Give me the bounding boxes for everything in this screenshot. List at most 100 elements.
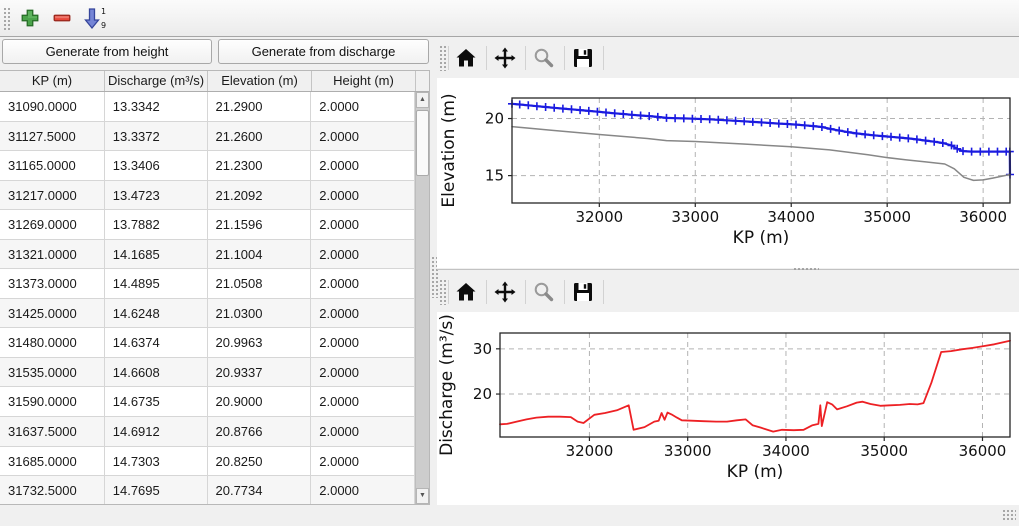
main-toolbar: 1 9 [0, 0, 1019, 37]
table-cell[interactable]: 21.1596 [208, 210, 312, 240]
table-cell[interactable]: 21.2600 [208, 122, 312, 152]
table-cell[interactable]: 13.3406 [105, 151, 208, 181]
table-cell[interactable]: 31480.0000 [0, 328, 105, 358]
table-cell[interactable]: 13.3372 [105, 122, 208, 152]
table-row: 31535.000014.660820.93372.0000 [0, 358, 415, 388]
table-row: 31637.500014.691220.87662.0000 [0, 417, 415, 447]
table-cell[interactable]: 21.0300 [208, 299, 312, 329]
table-cell[interactable]: 31685.0000 [0, 447, 105, 477]
table-cell[interactable]: 31373.0000 [0, 269, 105, 299]
table-cell[interactable]: 14.7303 [105, 447, 208, 477]
table-cell[interactable]: 21.2092 [208, 181, 312, 211]
table-cell[interactable]: 14.1685 [105, 240, 208, 270]
sort-rows-button[interactable]: 1 9 [80, 4, 108, 32]
table-cell[interactable]: 2.0000 [311, 122, 415, 152]
table-cell[interactable]: 31732.5000 [0, 476, 105, 504]
save-button[interactable] [568, 277, 598, 307]
table-cell[interactable]: 2.0000 [311, 210, 415, 240]
table-cell[interactable]: 2.0000 [311, 299, 415, 329]
table-cell[interactable]: 14.4895 [105, 269, 208, 299]
table-cell[interactable]: 20.9963 [208, 328, 312, 358]
table-cell[interactable]: 2.0000 [311, 240, 415, 270]
table-cell[interactable]: 13.4723 [105, 181, 208, 211]
home-button[interactable] [451, 277, 481, 307]
table-cell[interactable]: 2.0000 [311, 269, 415, 299]
toolbar-drag-handle[interactable] [439, 279, 446, 305]
table-cell[interactable]: 13.3342 [105, 92, 208, 122]
table-cell[interactable]: 20.8250 [208, 447, 312, 477]
table-cell[interactable]: 14.6248 [105, 299, 208, 329]
table-cell[interactable]: 2.0000 [311, 328, 415, 358]
svg-text:30: 30 [473, 340, 492, 358]
table-cell[interactable]: 2.0000 [311, 358, 415, 388]
table-scrollbar[interactable]: ▲ ▼ [415, 92, 429, 504]
table-cell[interactable]: 14.6374 [105, 328, 208, 358]
table-row: 31732.500014.769520.77342.0000 [0, 476, 415, 504]
table-cell[interactable]: 31637.5000 [0, 417, 105, 447]
remove-icon [51, 7, 73, 29]
table-cell[interactable]: 31165.0000 [0, 151, 105, 181]
table-cell[interactable]: 2.0000 [311, 181, 415, 211]
home-button[interactable] [451, 43, 481, 73]
table-cell[interactable]: 20.9337 [208, 358, 312, 388]
scroll-up-button[interactable]: ▲ [416, 92, 429, 108]
svg-text:15: 15 [485, 167, 504, 185]
table-cell[interactable]: 2.0000 [311, 417, 415, 447]
table-cell[interactable]: 20.8766 [208, 417, 312, 447]
table-row: 31127.500013.337221.26002.0000 [0, 122, 415, 152]
table-cell[interactable]: 14.6608 [105, 358, 208, 388]
pan-icon [493, 280, 517, 304]
table-cell[interactable]: 21.2300 [208, 151, 312, 181]
window-resize-grip[interactable] [1002, 509, 1016, 521]
table-row: 31590.000014.673520.90002.0000 [0, 387, 415, 417]
table-cell[interactable]: 20.7734 [208, 476, 312, 504]
generate-from-height-button[interactable]: Generate from height [2, 39, 212, 64]
zoom-button[interactable] [529, 277, 559, 307]
chart-splitter-handle[interactable] [793, 267, 819, 272]
generate-from-discharge-button[interactable]: Generate from discharge [218, 39, 429, 64]
svg-text:KP (m): KP (m) [727, 462, 784, 482]
table-cell[interactable]: 20.9000 [208, 387, 312, 417]
table-cell[interactable]: 21.0508 [208, 269, 312, 299]
zoom-button[interactable] [529, 43, 559, 73]
table-cell[interactable]: 13.7882 [105, 210, 208, 240]
table-cell[interactable]: 14.6735 [105, 387, 208, 417]
table-cell[interactable]: 31090.0000 [0, 92, 105, 122]
elevation-chart[interactable]: 32000330003400035000360001520KP (m)Eleva… [437, 78, 1019, 268]
table-cell[interactable]: 21.2900 [208, 92, 312, 122]
table-cell[interactable]: 31321.0000 [0, 240, 105, 270]
table-cell[interactable]: 31535.0000 [0, 358, 105, 388]
pan-button[interactable] [490, 43, 520, 73]
table-cell[interactable]: 14.6912 [105, 417, 208, 447]
remove-row-button[interactable] [48, 4, 76, 32]
column-header[interactable]: Elevation (m) [208, 71, 312, 91]
add-icon [19, 7, 41, 29]
table-cell[interactable]: 2.0000 [311, 387, 415, 417]
save-icon [571, 280, 595, 304]
table-cell[interactable]: 31269.0000 [0, 210, 105, 240]
save-button[interactable] [568, 43, 598, 73]
table-cell[interactable]: 14.7695 [105, 476, 208, 504]
table-cell[interactable]: 2.0000 [311, 92, 415, 122]
table-cell[interactable]: 2.0000 [311, 447, 415, 477]
table-cell[interactable]: 2.0000 [311, 476, 415, 504]
table-cell[interactable]: 31127.5000 [0, 122, 105, 152]
scroll-down-button[interactable]: ▼ [416, 488, 429, 504]
toolbar-drag-handle[interactable] [3, 7, 10, 30]
svg-text:36000: 36000 [959, 208, 1007, 226]
pan-button[interactable] [490, 277, 520, 307]
table-cell[interactable]: 31425.0000 [0, 299, 105, 329]
table-body: 31090.000013.334221.29002.000031127.5000… [0, 92, 415, 504]
add-row-button[interactable] [16, 4, 44, 32]
discharge-chart[interactable]: 32000330003400035000360002030KP (m)Disch… [437, 312, 1019, 505]
scroll-thumb[interactable] [416, 110, 429, 176]
toolbar-drag-handle[interactable] [439, 45, 446, 71]
table-cell[interactable]: 31590.0000 [0, 387, 105, 417]
table-cell[interactable]: 2.0000 [311, 151, 415, 181]
pan-icon [493, 46, 517, 70]
column-header[interactable]: Discharge (m³/s) [105, 71, 208, 91]
table-cell[interactable]: 31217.0000 [0, 181, 105, 211]
column-header[interactable]: KP (m) [0, 71, 105, 91]
column-header[interactable]: Height (m) [312, 71, 416, 91]
table-cell[interactable]: 21.1004 [208, 240, 312, 270]
